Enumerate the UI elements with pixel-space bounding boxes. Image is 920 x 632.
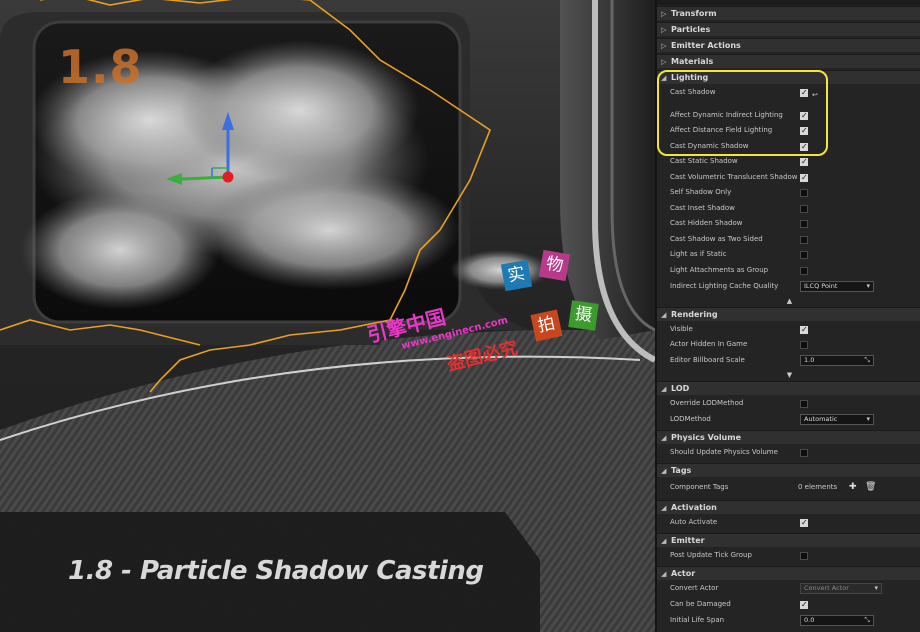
convert-actor-dropdown[interactable]: Convert Actor bbox=[800, 583, 882, 594]
checkbox[interactable] bbox=[800, 220, 808, 228]
level-viewport[interactable]: 1.8 1.8 - Particle Shadow Casting 实 物 拍 … bbox=[0, 0, 655, 632]
watermark-tile-1: 实 bbox=[500, 259, 533, 292]
collapse-arrow-icon: ◢ bbox=[661, 537, 667, 545]
cache-quality-dropdown[interactable]: ILCQ Point bbox=[800, 281, 874, 292]
section-emitter[interactable]: ◢ Emitter bbox=[657, 533, 920, 547]
checkbox[interactable] bbox=[800, 400, 808, 408]
section-activation[interactable]: ◢ Activation bbox=[657, 500, 920, 514]
collapse-arrow-icon: ◢ bbox=[661, 504, 667, 512]
collapse-arrow-icon: ◢ bbox=[661, 570, 667, 578]
section-rendering[interactable]: ◢ Rendering bbox=[657, 307, 920, 321]
prop-cast-shadow: Cast Shadow↩ bbox=[657, 85, 920, 100]
prop-convert-actor: Convert Actor Convert Actor bbox=[657, 581, 920, 596]
expand-arrow-icon: ▷ bbox=[661, 42, 667, 50]
prop-cache-quality: Indirect Lighting Cache Quality ILCQ Poin… bbox=[657, 279, 920, 294]
prop-cast-shadow-two-sided: Cast Shadow as Two Sided bbox=[657, 232, 920, 247]
add-element-icon[interactable]: ✚ bbox=[849, 480, 857, 495]
prop-affect-distance-field: Affect Distance Field Lighting bbox=[657, 123, 920, 138]
checkbox[interactable] bbox=[800, 515, 808, 530]
section-lighting[interactable]: ◢ Lighting bbox=[657, 70, 920, 84]
prop-affect-dynamic-indirect: Affect Dynamic Indirect Lighting bbox=[657, 108, 920, 123]
checkbox[interactable] bbox=[800, 552, 808, 560]
section-materials[interactable]: ▷ Materials bbox=[657, 54, 920, 68]
collapse-arrow-icon: ◢ bbox=[661, 311, 667, 319]
checkbox[interactable] bbox=[800, 251, 808, 259]
checkbox[interactable] bbox=[800, 341, 808, 349]
checkbox[interactable] bbox=[800, 267, 808, 275]
billboard-scale-input[interactable]: 1.0 bbox=[800, 355, 874, 366]
collapse-arrow-icon: ◢ bbox=[661, 385, 667, 393]
checkbox[interactable] bbox=[800, 154, 808, 169]
expand-arrow-icon: ▷ bbox=[661, 58, 667, 66]
reset-arrow-icon[interactable]: ↩ bbox=[812, 88, 818, 103]
collapse-arrow-icon: ◢ bbox=[661, 74, 667, 82]
prop-auto-activate: Auto Activate bbox=[657, 515, 920, 530]
prop-update-physics-volume: Should Update Physics Volume bbox=[657, 445, 920, 460]
watermark-tile-2: 物 bbox=[538, 249, 571, 282]
prop-override-lod: Override LODMethod bbox=[657, 396, 920, 411]
checkbox[interactable] bbox=[800, 449, 808, 457]
section-particles[interactable]: ▷ Particles bbox=[657, 22, 920, 36]
prop-cast-dynamic-shadow: Cast Dynamic Shadow bbox=[657, 139, 920, 154]
prop-billboard-scale: Editor Billboard Scale 1.0 bbox=[657, 353, 920, 368]
prop-cast-hidden-shadow: Cast Hidden Shadow bbox=[657, 216, 920, 231]
expand-arrow-icon: ▷ bbox=[661, 26, 667, 34]
prop-lod-method: LODMethod Automatic bbox=[657, 412, 920, 427]
collapse-arrow-icon: ◢ bbox=[661, 467, 667, 475]
section-tags[interactable]: ◢ Tags bbox=[657, 463, 920, 477]
prop-component-tags: Component Tags 0 elements ✚ 🗑 bbox=[657, 480, 920, 495]
checkbox[interactable] bbox=[800, 597, 808, 612]
prop-initial-life-span: Initial Life Span 0.0 bbox=[657, 613, 920, 628]
collapse-arrow-icon: ◢ bbox=[661, 434, 667, 442]
expand-arrow-icon: ▷ bbox=[661, 10, 667, 18]
prop-cast-volumetric-shadow: Cast Volumetric Translucent Shadow bbox=[657, 170, 920, 185]
lod-method-dropdown[interactable]: Automatic bbox=[800, 414, 874, 425]
badge-number: 1.8 bbox=[58, 40, 143, 94]
prop-post-update-tick: Post Update Tick Group bbox=[657, 548, 920, 563]
watermark-tile-4: 摄 bbox=[568, 300, 599, 331]
prop-self-shadow-only: Self Shadow Only bbox=[657, 185, 920, 200]
details-panel: ▷ Transform ▷ Particles ▷ Emitter Actions ▷… bbox=[655, 0, 920, 632]
prop-light-as-if-static: Light as if Static bbox=[657, 247, 920, 262]
checkbox[interactable] bbox=[800, 322, 808, 337]
checkbox[interactable] bbox=[800, 205, 808, 213]
prop-actor-hidden: Actor Hidden In Game bbox=[657, 337, 920, 352]
checkbox[interactable] bbox=[800, 170, 808, 185]
checkbox[interactable] bbox=[800, 123, 808, 138]
checkbox[interactable] bbox=[800, 85, 808, 100]
section-transform[interactable]: ▷ Transform bbox=[657, 6, 920, 20]
checkbox[interactable] bbox=[800, 189, 808, 197]
prop-can-be-damaged: Can be Damaged bbox=[657, 597, 920, 612]
caption-title: 1.8 - Particle Shadow Casting bbox=[68, 556, 484, 586]
prop-visible: Visible bbox=[657, 322, 920, 337]
section-emitter-actions[interactable]: ▷ Emitter Actions bbox=[657, 38, 920, 52]
advanced-collapse-icon[interactable]: ▲ bbox=[657, 297, 920, 305]
prop-cast-static-shadow: Cast Static Shadow bbox=[657, 154, 920, 169]
trash-icon[interactable]: 🗑 bbox=[865, 480, 876, 495]
prop-cast-inset-shadow: Cast Inset Shadow bbox=[657, 201, 920, 216]
checkbox[interactable] bbox=[800, 236, 808, 244]
section-physics-volume[interactable]: ◢ Physics Volume bbox=[657, 430, 920, 444]
checkbox[interactable] bbox=[800, 108, 808, 123]
section-lod[interactable]: ◢ LOD bbox=[657, 381, 920, 395]
checkbox[interactable] bbox=[800, 139, 808, 154]
advanced-expand-icon[interactable]: ▼ bbox=[657, 371, 920, 379]
watermark-tile-3: 拍 bbox=[530, 309, 563, 342]
life-span-input[interactable]: 0.0 bbox=[800, 615, 874, 626]
prop-light-attachments-group: Light Attachments as Group bbox=[657, 263, 920, 278]
section-actor[interactable]: ◢ Actor bbox=[657, 566, 920, 580]
